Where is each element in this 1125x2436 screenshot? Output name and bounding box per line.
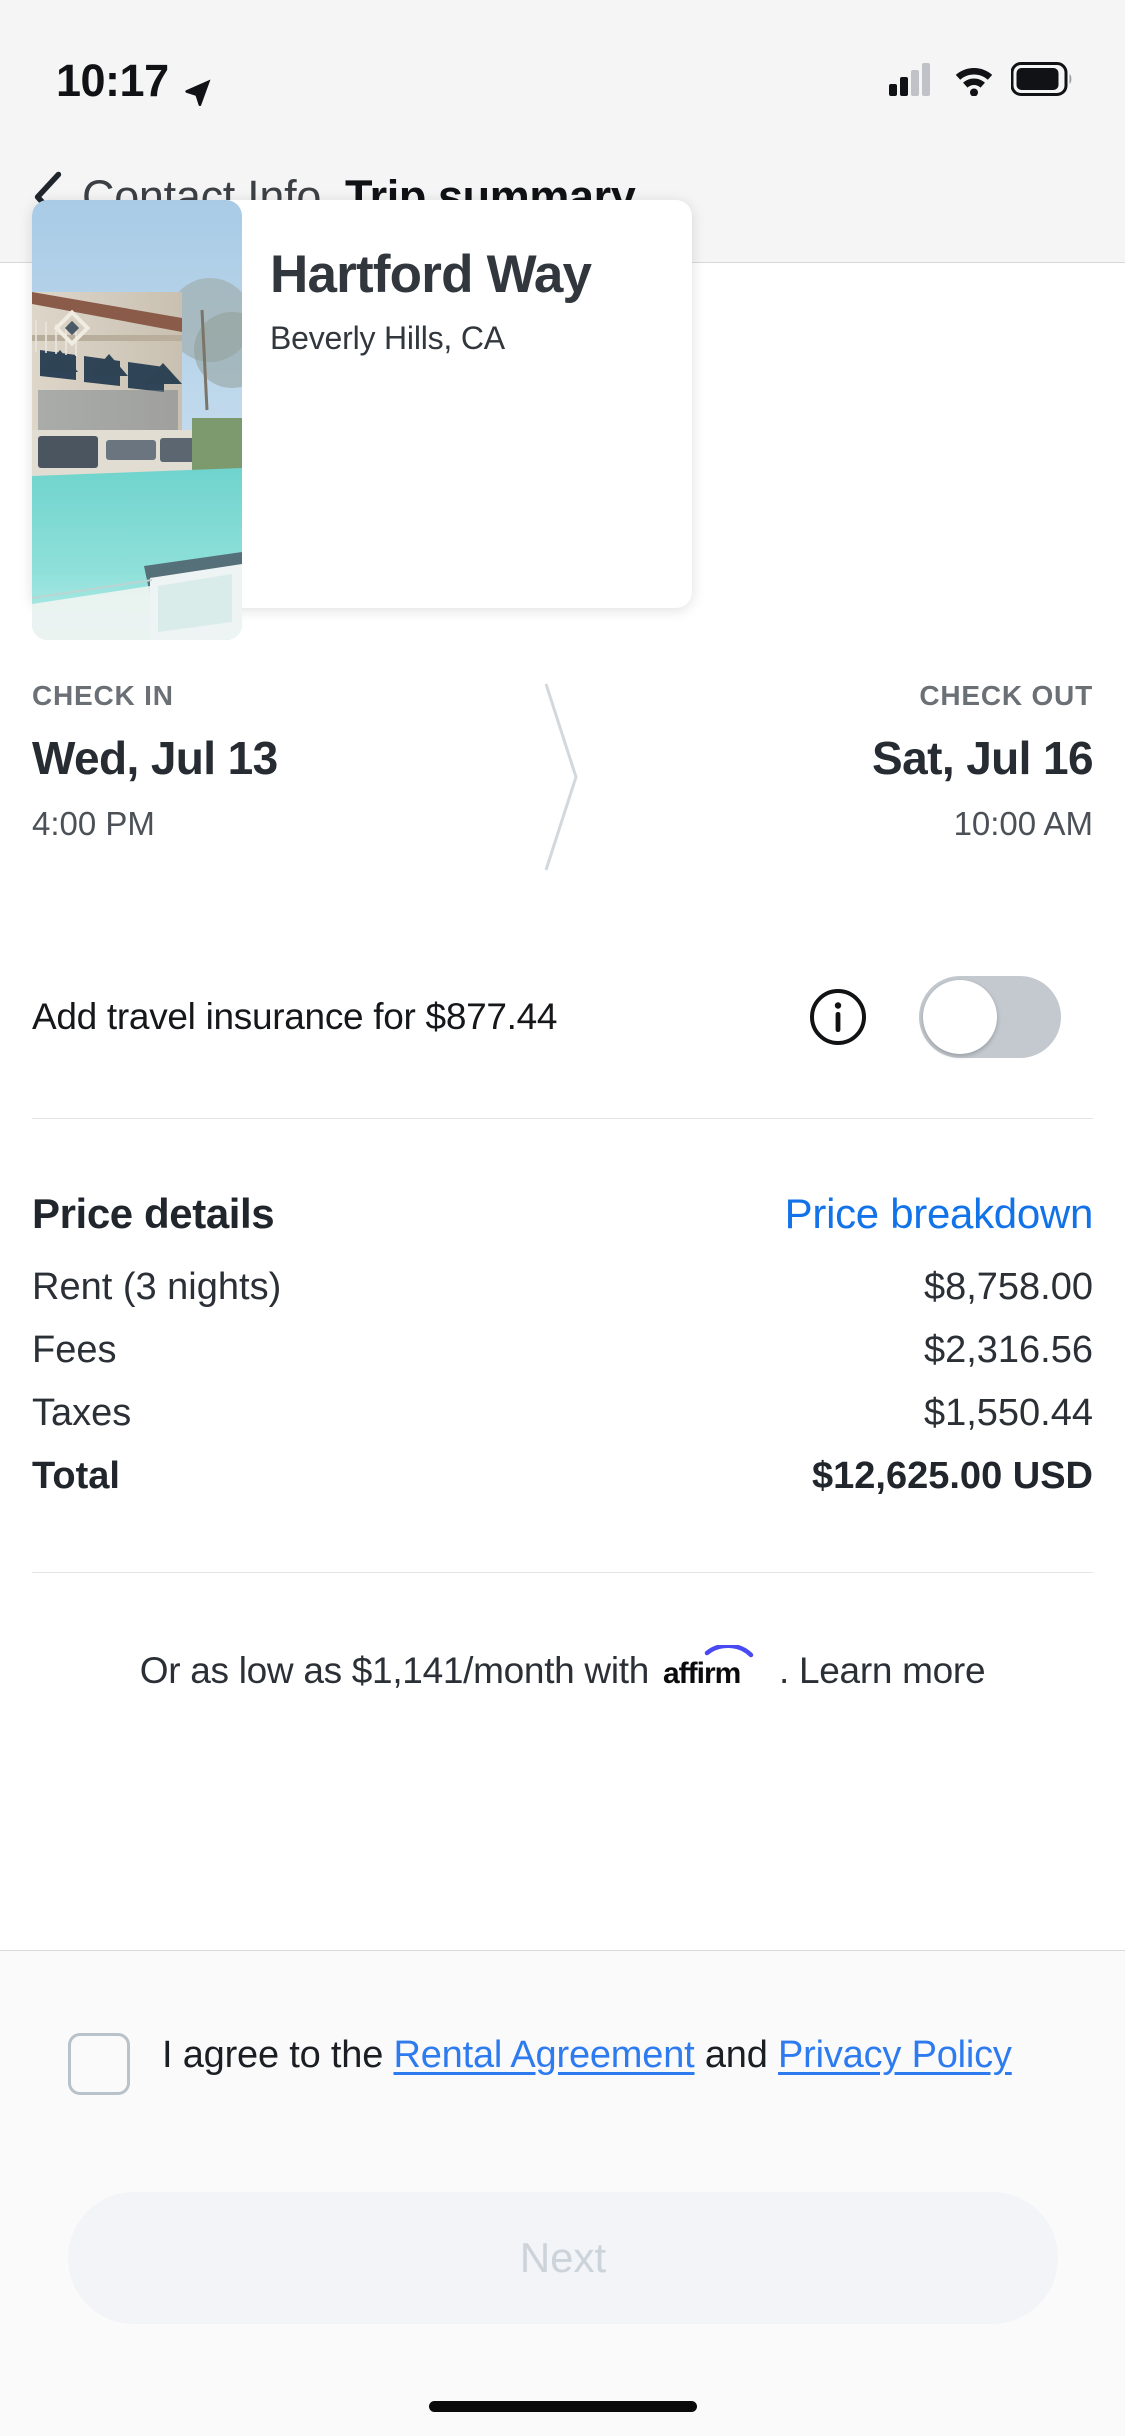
property-text-block: Hartford Way Beverly Hills, CA xyxy=(270,245,670,357)
toggle-knob xyxy=(923,980,997,1054)
property-photo xyxy=(32,200,242,640)
app-screen: 10:17 Contact Info Trip summary Hartford… xyxy=(0,0,1125,2436)
divider-below-price xyxy=(32,1572,1093,1573)
privacy-policy-link[interactable]: Privacy Policy xyxy=(778,2034,1012,2076)
price-row-label: Fees xyxy=(32,1329,117,1371)
price-details-section: Price details Price breakdown Rent (3 ni… xyxy=(32,1190,1093,1518)
check-out-time: 10:00 AM xyxy=(953,805,1093,842)
cellular-signal-icon xyxy=(889,62,937,101)
travel-insurance-toggle[interactable] xyxy=(919,976,1061,1058)
price-row-label: Rent (3 nights) xyxy=(32,1266,282,1308)
price-details-title: Price details xyxy=(32,1190,275,1237)
price-total-label: Total xyxy=(32,1455,120,1497)
agreement-row: I agree to the Rental Agreement and Priv… xyxy=(68,2029,1058,2095)
wifi-icon xyxy=(951,62,997,101)
home-indicator xyxy=(428,2401,697,2412)
agreement-text: I agree to the Rental Agreement and Priv… xyxy=(162,2029,1012,2083)
check-in-time: 4:00 PM xyxy=(32,805,155,842)
price-row-value: $1,550.44 xyxy=(923,1392,1093,1434)
location-arrow-icon xyxy=(183,66,213,107)
status-time: 10:17 xyxy=(56,55,169,106)
price-row-label: Taxes xyxy=(32,1392,132,1434)
check-out-label: CHECK OUT xyxy=(919,680,1093,711)
price-breakdown-link[interactable]: Price breakdown xyxy=(785,1190,1094,1238)
divider-above-price xyxy=(32,1118,1093,1119)
price-total-value: $12,625.00 USD xyxy=(812,1455,1093,1497)
info-circle-icon[interactable] xyxy=(809,988,867,1046)
property-name: Hartford Way xyxy=(270,245,592,304)
check-in-block[interactable]: CHECK IN Wed, Jul 13 4:00 PM xyxy=(32,680,278,843)
price-details-header: Price details Price breakdown xyxy=(32,1190,1093,1238)
agreement-middle: and xyxy=(694,2034,779,2076)
price-row-value: $2,316.56 xyxy=(923,1329,1093,1371)
check-out-block[interactable]: CHECK OUT Sat, Jul 16 10:00 AM xyxy=(872,680,1094,843)
property-location: Beverly Hills, CA xyxy=(270,320,505,357)
table-row: Taxes $1,550.44 xyxy=(32,1392,1093,1435)
table-row: Rent (3 nights) $8,758.00 xyxy=(32,1266,1093,1309)
battery-icon xyxy=(1010,61,1073,101)
property-card[interactable]: Hartford Way Beverly Hills, CA xyxy=(32,200,692,640)
price-total-row: Total $12,625.00 USD xyxy=(32,1455,1093,1498)
status-time-group: 10:17 xyxy=(56,55,213,107)
affirm-financing-row: Or as low as $1,141/month with affirm . … xyxy=(0,1643,1125,1696)
status-bar: 10:17 xyxy=(0,0,1125,132)
affirm-prefix-text: Or as low as $1,141/month with xyxy=(139,1649,650,1691)
affirm-suffix-text[interactable]: . Learn more xyxy=(779,1650,985,1692)
checkbox-unchecked-icon[interactable] xyxy=(68,2033,130,2095)
next-button-label: Next xyxy=(519,2234,607,2281)
check-out-date: Sat, Jul 16 xyxy=(872,732,1094,784)
affirm-logo-icon[interactable]: affirm xyxy=(661,1643,769,1696)
rental-agreement-link[interactable]: Rental Agreement xyxy=(394,2034,695,2076)
price-row-value: $8,758.00 xyxy=(923,1266,1093,1308)
table-row: Fees $2,316.56 xyxy=(32,1329,1093,1372)
travel-insurance-row: Add travel insurance for $877.44 xyxy=(32,962,1093,1072)
trip-dates-section: CHECK IN Wed, Jul 13 4:00 PM CHECK OUT S… xyxy=(0,680,1125,880)
agreement-prefix: I agree to the xyxy=(162,2034,394,2076)
chevron-right-divider-icon xyxy=(542,682,582,872)
travel-insurance-label: Add travel insurance for $877.44 xyxy=(32,996,558,1037)
next-button[interactable]: Next xyxy=(68,2192,1058,2324)
svg-text:affirm: affirm xyxy=(663,1657,740,1690)
check-in-date: Wed, Jul 13 xyxy=(32,732,278,784)
status-indicators xyxy=(889,61,1073,101)
check-in-label: CHECK IN xyxy=(32,680,174,711)
